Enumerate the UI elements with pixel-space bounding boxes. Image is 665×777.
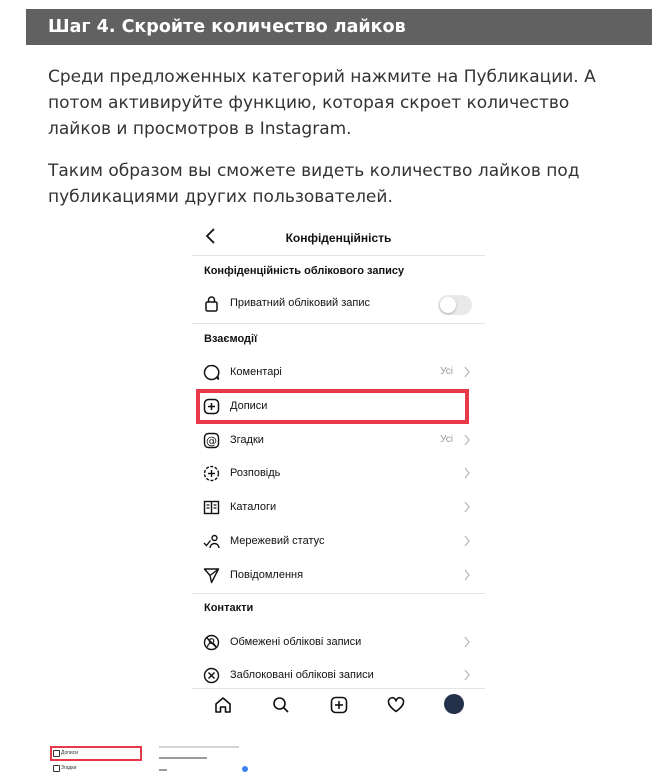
home-icon[interactable] — [213, 695, 233, 715]
chevron-right-icon — [464, 366, 470, 378]
comment-icon — [203, 364, 220, 381]
private-account-toggle[interactable] — [438, 295, 472, 315]
section-contacts: Контакти — [204, 602, 254, 614]
thumbnail-2[interactable] — [155, 741, 253, 777]
private-account-row[interactable]: Приватний обліковий запис — [192, 288, 485, 318]
chevron-right-icon — [464, 669, 470, 681]
thumbnail-blue-dot — [242, 766, 248, 772]
svg-text:@: @ — [206, 435, 217, 448]
send-message-icon — [203, 568, 220, 584]
row-activity-status[interactable]: Мережевий статус — [192, 526, 485, 556]
row-messages[interactable]: Повідомлення — [192, 560, 485, 590]
section-account-privacy: Конфіденційність облікового запису — [204, 265, 405, 277]
new-post-icon[interactable] — [329, 695, 349, 715]
chevron-right-icon — [464, 467, 470, 479]
header-divider — [192, 255, 485, 256]
result-paragraph: Таким образом вы сможете видеть количест… — [48, 161, 580, 207]
row-mentions[interactable]: @ Згадки Усі — [192, 425, 485, 455]
mention-icon — [53, 765, 60, 772]
thumbnail-text-line — [159, 769, 167, 771]
restricted-label: Обмежені облікові записи — [230, 636, 362, 648]
thumbnail-text-line — [159, 757, 207, 759]
mention-icon: @ — [203, 432, 220, 449]
chevron-right-icon — [464, 569, 470, 581]
chevron-right-icon — [464, 434, 470, 446]
heart-icon[interactable] — [386, 695, 406, 715]
add-post-icon — [53, 750, 60, 757]
mentions-label: Згадки — [230, 434, 264, 446]
row-story[interactable]: Розповідь — [192, 458, 485, 488]
row-comments[interactable]: Коментарі Усі — [192, 357, 485, 387]
toggle-knob — [440, 297, 456, 313]
section-interactions: Взаємодії — [204, 333, 258, 345]
section-divider — [192, 323, 485, 324]
chevron-right-icon — [464, 501, 470, 513]
profile-avatar[interactable] — [444, 694, 464, 714]
step-heading: Шаг 4. Скройте количество лайков — [26, 9, 652, 45]
section-divider — [192, 593, 485, 594]
instagram-privacy-screenshot: Конфіденційність Конфіденційність обліко… — [192, 222, 485, 724]
posts-highlight-frame — [196, 389, 469, 424]
guides-label: Каталоги — [230, 501, 277, 513]
thumbnail-posts-label: Дописи — [61, 750, 79, 756]
restricted-icon — [203, 634, 220, 651]
search-icon[interactable] — [271, 695, 291, 715]
screen-title: Конфіденційність — [285, 231, 392, 245]
story-label: Розповідь — [230, 467, 281, 479]
instruction-paragraph: Среди предложенных категорий нажмите на … — [48, 67, 596, 139]
row-blocked[interactable]: Заблоковані облікові записи — [192, 660, 485, 690]
screen-header: Конфіденційність — [192, 222, 485, 254]
row-restricted[interactable]: Обмежені облікові записи — [192, 627, 485, 657]
guides-icon — [203, 500, 220, 515]
bottom-navbar — [192, 688, 485, 724]
chevron-right-icon — [464, 535, 470, 547]
messages-label: Повідомлення — [230, 569, 304, 581]
row-guides[interactable]: Каталоги — [192, 492, 485, 522]
activity-status-icon — [203, 534, 220, 549]
mentions-value: Усі — [440, 434, 453, 445]
lock-icon — [205, 296, 218, 312]
thumbnail-text-line — [159, 746, 239, 748]
blocked-label: Заблоковані облікові записи — [230, 669, 374, 681]
story-add-icon — [203, 465, 220, 482]
private-account-label: Приватний обліковий запис — [230, 297, 371, 309]
chevron-right-icon — [464, 636, 470, 648]
comments-value: Усі — [440, 366, 453, 377]
thumbnail-mentions-label: Згадки — [61, 765, 77, 771]
activity-status-label: Мережевий статус — [230, 535, 325, 547]
comments-label: Коментарі — [230, 366, 282, 378]
thumbnail-1[interactable]: Дописи Згадки — [48, 741, 143, 777]
blocked-icon — [203, 667, 220, 684]
